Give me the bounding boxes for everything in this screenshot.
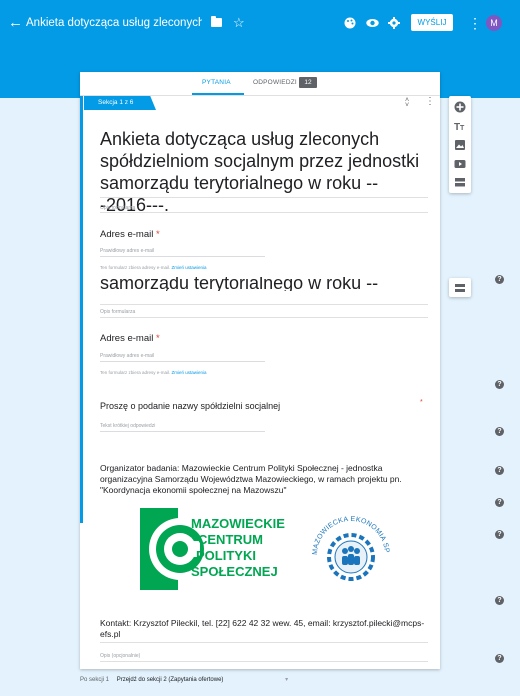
email-collect-note: Ten formularz zbiera adresy e-mail. Zmie… — [100, 265, 207, 270]
svg-text:T: T — [460, 125, 465, 132]
side-toolbar-section-button[interactable] — [449, 278, 471, 297]
optional-description-placeholder[interactable]: Opis (opcjonalnie) — [100, 653, 140, 659]
email-question-label: Adres e-mail — [100, 229, 154, 240]
form-description-placeholder-2: Opis formularza — [100, 309, 136, 315]
tab-responses[interactable]: ODPOWIEDZI — [253, 79, 297, 86]
email-answer-line — [100, 256, 265, 257]
email-collect-note-2: Ten formularz zbiera adresy e-mail. Zmie… — [100, 370, 207, 375]
after-section-label: Po sekcji 1 — [80, 677, 110, 683]
description-divider — [100, 212, 428, 213]
folder-icon[interactable] — [211, 16, 222, 27]
section-header: Sekcja 1 z 6 ˄ ˅ ⋮ — [80, 96, 440, 110]
section-icon — [455, 284, 465, 292]
help-icon[interactable]: ? — [495, 498, 504, 507]
title-divider-2 — [100, 304, 428, 305]
dropdown-caret-icon[interactable]: ▾ — [285, 677, 288, 683]
required-asterisk: * — [155, 229, 160, 240]
active-tab-indicator — [192, 93, 244, 95]
short-answer-line — [100, 431, 265, 432]
goto-section-select[interactable]: Przejdź do sekcji 2 (Zapytania ofertowe) — [117, 677, 224, 683]
section-more-icon[interactable]: ⋮ — [425, 96, 435, 107]
help-icon[interactable]: ? — [495, 530, 504, 539]
settings-gear-icon[interactable] — [388, 10, 400, 37]
star-icon[interactable]: ☆ — [233, 10, 245, 36]
collapse-icon[interactable]: ˄ ˅ — [405, 97, 409, 109]
mcps-logo-line-1: MAZOWIECKIE — [191, 516, 285, 531]
email-placeholder-2: Prawidłowy adres e-mail — [100, 353, 155, 359]
collect-note-text-2: Ten formularz zbiera adresy e-mail. — [100, 370, 171, 375]
economy-logo: MAZOWIECKA EKONOMIA SPOŁECZNA — [305, 505, 390, 581]
preview-eye-icon[interactable] — [366, 10, 379, 37]
help-icon[interactable]: ? — [495, 427, 504, 436]
section-label: Sekcja 1 z 6 — [84, 96, 156, 110]
email-question-title: Adres e-mail * — [100, 229, 160, 240]
short-answer-placeholder: Tekst krótkiej odpowiedzi — [100, 423, 156, 429]
side-toolbar: TT — [449, 96, 471, 193]
email-question-title-2: Adres e-mail * — [100, 333, 160, 344]
organizer-text[interactable]: Organizator badania: Mazowieckie Centrum… — [100, 463, 435, 496]
mcps-logo-line-4: SPOŁECZNEJ — [191, 564, 278, 579]
mcps-logo-line-3: POLITYKI — [196, 548, 256, 563]
add-question-icon[interactable] — [454, 101, 466, 113]
responses-count-badge: 12 — [299, 77, 317, 88]
contact-divider — [100, 642, 428, 643]
help-icon[interactable]: ? — [495, 275, 504, 284]
form-title-duplicate-text: samorządu terytorialnego w roku ---2016-… — [100, 277, 379, 291]
change-settings-link[interactable]: Zmień ustawienia — [172, 265, 207, 270]
add-video-icon[interactable] — [454, 158, 466, 170]
tab-bar: PYTANIA ODPOWIEDZI 12 — [80, 72, 440, 96]
tab-questions[interactable]: PYTANIA — [202, 79, 231, 86]
form-title-duplicate: samorządu terytorialnego w roku ---2016-… — [100, 277, 430, 291]
selected-section-indicator — [80, 96, 83, 523]
form-card: PYTANIA ODPOWIEDZI 12 Sekcja 1 z 6 ˄ ˅ ⋮ … — [80, 72, 440, 669]
more-vert-icon[interactable]: ⋮ — [468, 10, 482, 36]
add-section-icon[interactable] — [454, 176, 466, 188]
top-app-bar-row: ← Ankieta dotycząca usług zleconych spó … — [0, 10, 520, 36]
help-icon[interactable]: ? — [495, 596, 504, 605]
help-icon[interactable]: ? — [495, 466, 504, 475]
coop-name-question[interactable]: Proszę o podanie nazwy spółdzielni socja… — [100, 401, 280, 411]
form-description-placeholder[interactable]: Opis formularza — [100, 205, 135, 211]
form-title[interactable]: Ankieta dotycząca usług zleconych spółdz… — [100, 128, 430, 216]
contact-text[interactable]: Kontakt: Krzysztof Pileckil, tel. [22] 6… — [100, 618, 435, 640]
title-divider — [100, 197, 428, 198]
change-settings-link-2[interactable]: Zmień ustawienia — [172, 370, 207, 375]
coop-required-asterisk: * — [420, 399, 423, 406]
email-placeholder: Prawidłowy adres e-mail — [100, 248, 155, 254]
send-button[interactable]: WYŚLIJ — [411, 14, 453, 31]
description-divider-2 — [100, 317, 428, 318]
back-arrow-icon[interactable]: ← — [8, 10, 23, 36]
email-question-label-2: Adres e-mail — [100, 333, 154, 344]
collect-note-text: Ten formularz zbiera adresy e-mail. — [100, 265, 171, 270]
section-navigation-footer: Po sekcji 1 Przejdź do sekcji 2 (Zapytan… — [80, 676, 288, 683]
required-asterisk-2: * — [155, 333, 160, 344]
mcps-logo-line-2: CENTRUM — [198, 532, 263, 547]
mcps-logo: MAZOWIECKIE CENTRUM POLITYKI SPOŁECZNEJ — [140, 508, 292, 590]
optional-divider — [100, 661, 428, 662]
account-avatar[interactable]: M — [486, 15, 502, 31]
add-title-icon[interactable]: TT — [454, 120, 466, 132]
help-icon[interactable]: ? — [495, 654, 504, 663]
add-image-icon[interactable] — [454, 139, 466, 151]
help-icon[interactable]: ? — [495, 380, 504, 389]
palette-icon[interactable] — [344, 10, 356, 38]
document-title[interactable]: Ankieta dotycząca usług zleconych spó — [26, 10, 202, 36]
email-answer-line-2 — [100, 361, 265, 362]
